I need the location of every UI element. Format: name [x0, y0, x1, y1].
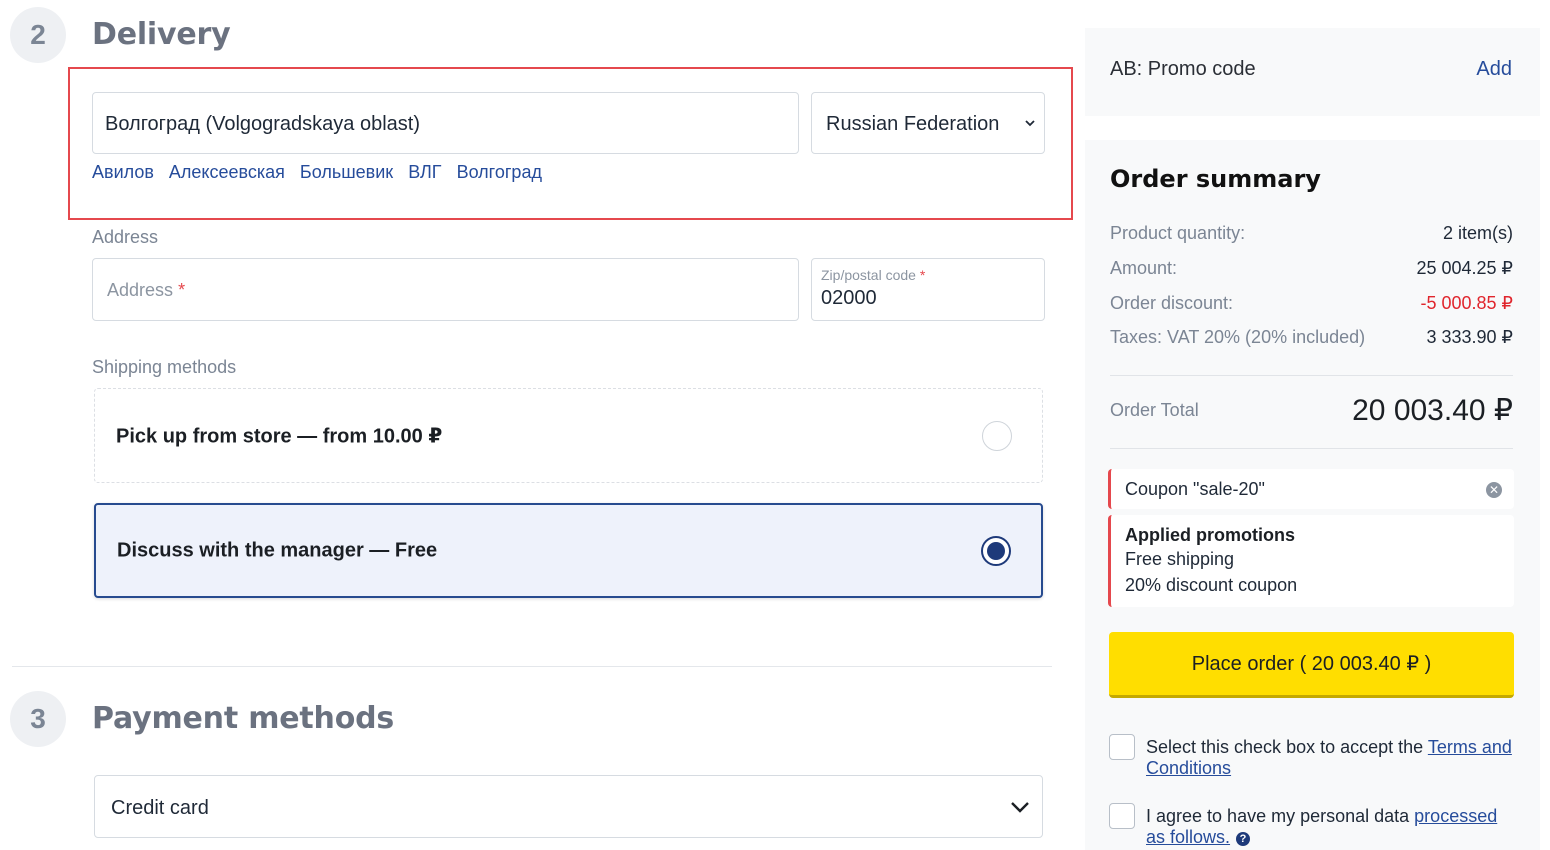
promo-code-label: AB: Promo code — [1110, 58, 1256, 80]
summary-row-discount: Order discount: -5 000.85 ₽ — [1110, 293, 1513, 314]
city-input-value: Волгоград (Volgogradskaya oblast) — [105, 113, 421, 135]
applied-promotions: Applied promotions Free shipping 20% dis… — [1108, 515, 1514, 607]
step-number-delivery: 2 — [10, 7, 66, 63]
summary-divider — [1110, 375, 1513, 376]
zip-input[interactable]: Zip/postal code * 02000 — [811, 258, 1045, 321]
summary-row-key: Product quantity: — [1110, 223, 1246, 243]
shipping-option-label: Pick up from store — from 10.00 ₽ — [116, 425, 443, 447]
city-suggestions: Авилов Алексеевская Большевик ВЛГ Волгог… — [92, 162, 542, 183]
coupon-text: Coupon "sale-20" — [1125, 479, 1265, 499]
summary-row-value: 3 333.90 ₽ — [1426, 327, 1513, 347]
step-number-payment: 3 — [10, 691, 66, 747]
order-total-label: Order Total — [1110, 400, 1199, 420]
promotion-item: 20% discount coupon — [1125, 575, 1298, 595]
city-input[interactable]: Волгоград (Volgogradskaya oblast) — [92, 92, 799, 154]
summary-row-value: 25 004.25 ₽ — [1416, 258, 1513, 278]
summary-row-key: Amount: — [1110, 258, 1178, 278]
coupon-badge: Coupon "sale-20" ✕ — [1108, 469, 1514, 509]
summary-row-value: -5 000.85 ₽ — [1420, 293, 1513, 313]
chevron-down-icon — [1011, 802, 1029, 813]
city-suggestion[interactable]: ВЛГ — [408, 162, 441, 183]
country-select[interactable]: Russian Federation — [811, 92, 1045, 154]
shipping-methods-label: Shipping methods — [92, 357, 237, 377]
close-icon[interactable]: ✕ — [1486, 482, 1502, 498]
order-summary-title: Order summary — [1110, 165, 1321, 193]
order-total-value: 20 003.40 ₽ — [1352, 394, 1513, 427]
applied-promotions-title: Applied promotions — [1125, 525, 1295, 545]
shipping-option-label: Discuss with the manager — Free — [117, 539, 438, 561]
shipping-radio-selected[interactable] — [981, 535, 1011, 566]
city-suggestion[interactable]: Авилов — [92, 162, 154, 183]
address-section-label: Address — [92, 227, 159, 247]
personal-data-text: I agree to have my personal data process… — [1146, 806, 1498, 847]
city-suggestion[interactable]: Большевик — [300, 162, 393, 183]
promo-add-link[interactable]: Add — [1476, 58, 1512, 81]
zip-label: Zip/postal code * — [821, 267, 926, 283]
summary-row-key: Taxes: VAT 20% (20% included) — [1110, 327, 1366, 347]
payment-method-select[interactable]: Credit card — [94, 775, 1043, 838]
terms-text: Select this check box to accept the Term… — [1146, 737, 1512, 778]
section-divider — [12, 666, 1052, 667]
summary-row-amount: Amount: 25 004.25 ₽ — [1110, 258, 1513, 279]
delivery-title: Delivery — [92, 17, 231, 52]
personal-data-checkbox[interactable] — [1109, 803, 1135, 829]
terms-checkbox[interactable] — [1109, 734, 1135, 760]
shipping-radio[interactable] — [982, 420, 1012, 451]
country-select-value: Russian Federation — [826, 113, 1000, 135]
city-suggestion[interactable]: Волгоград — [457, 162, 542, 183]
summary-row-key: Order discount: — [1110, 293, 1234, 313]
zip-value: 02000 — [821, 287, 877, 309]
summary-row-quantity: Product quantity: 2 item(s) — [1110, 223, 1513, 244]
place-order-button[interactable]: Place order ( 20 003.40 ₽ ) — [1109, 632, 1514, 698]
help-icon[interactable]: ? — [1236, 832, 1251, 846]
city-suggestion[interactable]: Алексеевская — [169, 162, 285, 183]
address-input[interactable]: Address * — [92, 258, 799, 321]
promotion-item: Free shipping — [1125, 549, 1235, 569]
payment-title: Payment methods — [92, 701, 395, 736]
chevron-down-icon — [1025, 120, 1035, 127]
summary-row-taxes: Taxes: VAT 20% (20% included) 3 333.90 ₽ — [1110, 327, 1513, 348]
shipping-option-pickup[interactable]: Pick up from store — from 10.00 ₽ — [94, 388, 1043, 483]
payment-method-value: Credit card — [111, 797, 209, 819]
address-placeholder: Address * — [107, 280, 186, 300]
summary-row-value: 2 item(s) — [1442, 223, 1513, 243]
shipping-option-manager[interactable]: Discuss with the manager — Free — [94, 503, 1043, 598]
summary-divider — [1110, 448, 1513, 449]
